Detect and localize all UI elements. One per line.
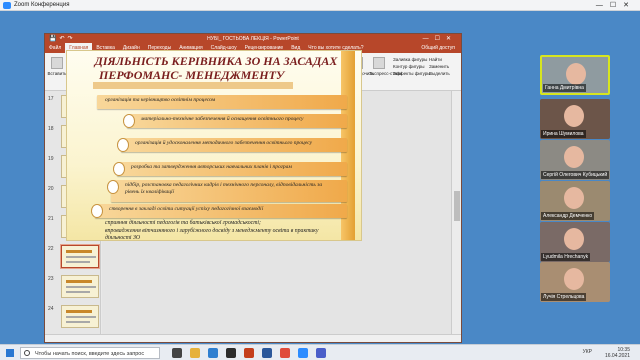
- tab-file[interactable]: Файл: [45, 43, 65, 53]
- avatar: [566, 63, 586, 85]
- slide-thumbnail[interactable]: 23: [48, 275, 99, 298]
- avatar: [564, 187, 584, 209]
- clock[interactable]: 10:35 16.04.2021: [605, 347, 630, 359]
- avatar: [564, 105, 584, 127]
- list-item: організація та керівництво освітнім проц…: [97, 95, 347, 109]
- participant-video[interactable]: Александр Демченко: [540, 181, 610, 221]
- word-icon[interactable]: [262, 348, 272, 358]
- list-item: розробка та затвердження авторських навч…: [113, 162, 347, 176]
- shape-outline-button[interactable]: Контур фигуры: [393, 63, 431, 70]
- list-item-text: сприяння діяльності педагогів та батьків…: [105, 220, 261, 226]
- paste-button[interactable]: Вставить: [47, 55, 67, 76]
- bullet-circle-icon: [107, 180, 119, 194]
- avatar: [564, 228, 584, 250]
- list-item: організація й удосконалення методичного …: [117, 138, 347, 152]
- scroll-thumb[interactable]: [454, 191, 460, 221]
- quick-styles-icon: [373, 57, 385, 69]
- avatar: [564, 268, 584, 290]
- windows-start-icon[interactable]: [6, 349, 14, 357]
- list-item: створення в закладі освіти ситуації успі…: [91, 204, 347, 218]
- list-item: підбір, розстановка педагогічних кадрів …: [107, 180, 347, 202]
- shape-fill-button[interactable]: Заливка фигуры: [393, 56, 431, 63]
- ppt-title: НУБІ_ ГОСТЬОВА ЛЕКЦІЯ - PowerPoint: [207, 36, 299, 42]
- ppt-window-controls[interactable]: —☐✕: [423, 35, 457, 42]
- window-controls[interactable]: —☐✕: [596, 1, 636, 9]
- shape-format: Заливка фигуры Контур фигуры Эффекты фиг…: [393, 56, 431, 77]
- vertical-scrollbar[interactable]: [451, 91, 461, 336]
- app-icon[interactable]: [280, 348, 290, 358]
- windows-taskbar: Чтобы начать поиск, введите здесь запрос…: [0, 344, 640, 360]
- slide-thumbnail[interactable]: 24: [48, 305, 99, 328]
- store-icon[interactable]: [226, 348, 236, 358]
- participant-video[interactable]: Сергій Олегович Кубицький: [540, 140, 610, 180]
- slide-thumbnail-selected[interactable]: 22: [48, 245, 99, 268]
- bullet-circle-icon: [113, 162, 125, 176]
- list-item: матеріально-технічне забезпечення й осна…: [123, 114, 347, 128]
- zoom-logo-icon: [3, 2, 11, 9]
- select-button[interactable]: Выделить: [429, 70, 450, 77]
- bullet-circle-icon: [123, 114, 135, 128]
- taskbar-search-input[interactable]: Чтобы начать поиск, введите здесь запрос: [20, 347, 160, 359]
- powerpoint-icon[interactable]: [244, 348, 254, 358]
- shape-effects-button[interactable]: Эффекты фигуры: [393, 70, 431, 77]
- avatar: [564, 146, 584, 168]
- quick-styles-button[interactable]: Экспресс-стили: [369, 55, 402, 76]
- search-icon: [24, 350, 30, 356]
- file-explorer-icon[interactable]: [190, 348, 200, 358]
- bullet-circle-icon: [117, 138, 129, 152]
- status-bar: [45, 334, 461, 342]
- participant-video[interactable]: Лучія Стрельцова: [540, 262, 610, 302]
- list-item-text: впровадження вітчизняного і зарубіжного …: [105, 228, 319, 241]
- slide-subtitle: ПЕРФОМАНС- МЕНЕДЖМЕНТУ: [99, 68, 285, 82]
- participant-video[interactable]: Lyudmila Hrechanyk: [540, 222, 610, 262]
- title-highlight: [93, 82, 293, 89]
- zoom-title: Zoom Конференция: [14, 2, 70, 8]
- task-view-icon[interactable]: [172, 348, 182, 358]
- zoom-titlebar: Zoom Конференция —☐✕: [0, 0, 640, 11]
- editing-group: Найти Заменить Выделить: [429, 56, 450, 77]
- bullet-circle-icon: [91, 204, 103, 218]
- edge-icon[interactable]: [208, 348, 218, 358]
- slide-title: ДІЯЛЬНІСТЬ КЕРІВНИКА ЗО НА ЗАСАДАХ: [94, 54, 338, 68]
- paste-icon: [51, 57, 63, 69]
- share-button[interactable]: Общий доступ: [415, 43, 461, 53]
- replace-button[interactable]: Заменить: [429, 63, 450, 70]
- ppt-titlebar: 💾↶↷ НУБІ_ ГОСТЬОВА ЛЕКЦІЯ - PowerPoint —…: [45, 34, 461, 43]
- find-button[interactable]: Найти: [429, 56, 450, 63]
- participant-video[interactable]: Ирина Шумилова: [540, 99, 610, 139]
- zoom-icon[interactable]: [298, 348, 308, 358]
- teams-icon[interactable]: [316, 348, 326, 358]
- participant-video-active[interactable]: Ганна Дмитрівна: [540, 55, 610, 95]
- slide-canvas[interactable]: ДІЯЛЬНІСТЬ КЕРІВНИКА ЗО НА ЗАСАДАХ ПЕРФО…: [66, 50, 362, 241]
- language-indicator[interactable]: УКР: [583, 349, 592, 355]
